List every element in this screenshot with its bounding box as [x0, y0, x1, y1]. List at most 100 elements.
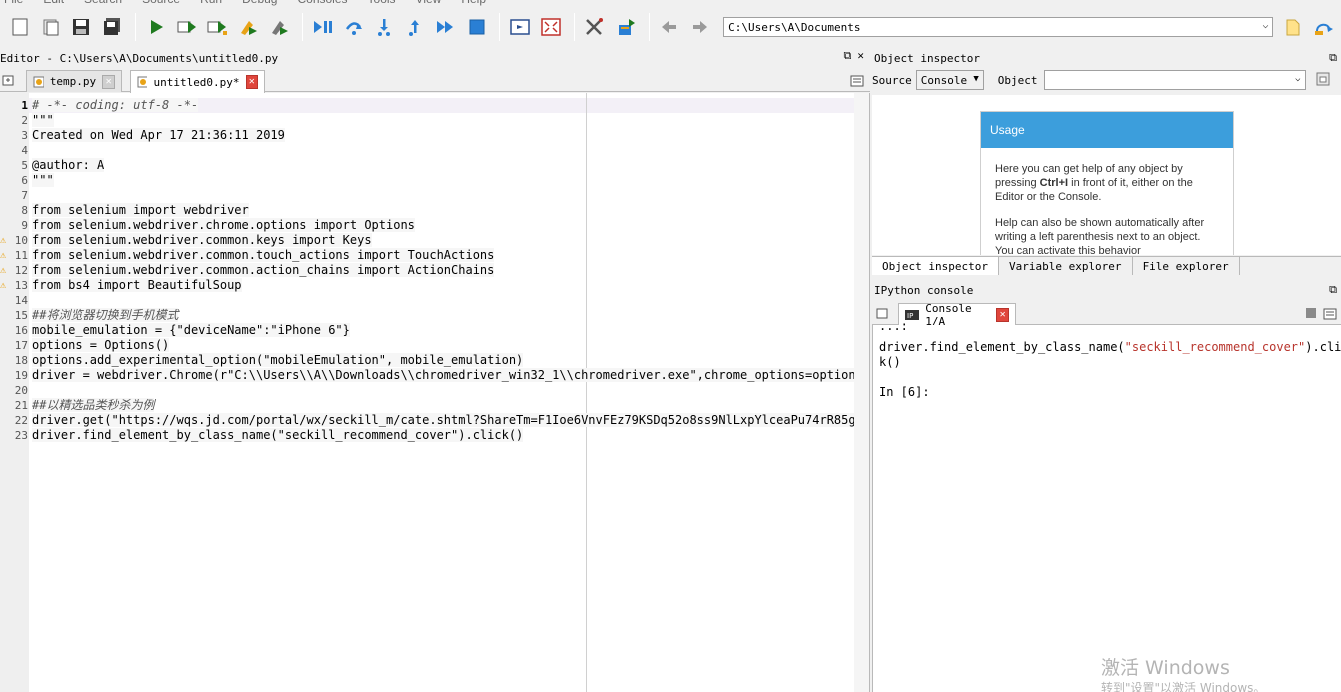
close-tab-icon[interactable]: ✕ [996, 308, 1009, 322]
pythonpath-manager-button[interactable] [612, 13, 640, 41]
code-line[interactable]: 21 ##以精选品类秒杀为例 [15, 398, 854, 413]
menu-item-tools[interactable]: Tools [368, 0, 396, 8]
code-text: mobile_emulation = {"deviceName":"iPhone… [32, 323, 350, 337]
tab-object-inspector[interactable]: Object inspector [872, 257, 999, 275]
line-number: 18 [14, 354, 28, 367]
object-inspector-title-text: Object inspector [874, 51, 980, 65]
code-line[interactable]: 16 mobile_emulation = {"deviceName":"iPho… [15, 323, 854, 338]
code-line[interactable]: 9 from selenium.webdriver.chrome.options … [21, 218, 854, 233]
forward-arrow-icon[interactable] [686, 13, 714, 41]
code-line[interactable]: 3 Created on Wed Apr 17 21:36:11 2019 [21, 128, 854, 143]
fullscreen-button[interactable] [537, 13, 565, 41]
undock-icon[interactable]: ⧉ [1329, 51, 1337, 65]
source-select[interactable]: Console ▼ [915, 70, 984, 90]
code-line[interactable]: 19 driver = webdriver.Chrome(r"C:\\Users\… [15, 368, 869, 383]
code-line[interactable]: 14 [15, 293, 854, 308]
tab-variable-explorer[interactable]: Variable explorer [999, 257, 1133, 275]
run-button[interactable] [142, 13, 170, 41]
debug-continue-button[interactable] [309, 13, 337, 41]
code-text: Created on Wed Apr 17 21:36:11 2019 [32, 128, 285, 142]
stop-debug-button[interactable] [463, 13, 491, 41]
step-into-button[interactable] [370, 13, 398, 41]
code-line[interactable]: 2 """ [21, 113, 854, 128]
code-line[interactable]: 5 @author: A [21, 158, 854, 173]
code-line[interactable]: ⚠ 10 from selenium.webdriver.common.keys i… [0, 233, 854, 248]
code-text: from selenium.webdriver.common.touch_act… [32, 248, 495, 262]
menu-item-view[interactable]: View [416, 0, 442, 8]
code-line[interactable]: 15 ##将浏览器切换到手机模式 [15, 308, 854, 323]
chevron-down-icon: ▼ [973, 74, 979, 84]
debug-button[interactable] [265, 13, 293, 41]
back-arrow-icon[interactable] [656, 13, 684, 41]
python-file-icon [33, 76, 44, 87]
object-combobox[interactable]: ⌵ [1043, 70, 1306, 90]
options-menu-icon[interactable] [1323, 307, 1337, 324]
console-line: driver.find_element_by_class_name( [879, 340, 1125, 354]
step-return-button[interactable] [401, 13, 429, 41]
menu-item-file[interactable]: File [4, 0, 23, 8]
code-line[interactable]: 18 options.add_experimental_option("mobil… [15, 353, 854, 368]
toolbar-separator [648, 13, 650, 41]
open-file-button[interactable] [37, 13, 65, 41]
code-line[interactable]: ⚠ 13 from bs4 import BeautifulSoup [0, 278, 854, 293]
working-directory-combobox[interactable]: C:\Users\A\Documents ⌵ [723, 17, 1274, 37]
code-line[interactable]: 8 from selenium import webdriver [21, 203, 854, 218]
tab-untitled0-py[interactable]: untitled0.py* ✕ [130, 70, 265, 93]
close-icon[interactable]: ✕ [857, 49, 864, 63]
maximize-pane-button[interactable] [506, 13, 534, 41]
save-all-button[interactable] [98, 13, 126, 41]
set-console-directory-button[interactable] [1310, 13, 1338, 41]
tab-console-1a[interactable]: IP Console 1/A ✕ [898, 302, 1016, 328]
save-file-button[interactable] [68, 13, 96, 41]
code-line[interactable]: 17 options = Options() [15, 338, 854, 353]
preferences-button[interactable] [581, 13, 609, 41]
step-over-button[interactable] [340, 13, 368, 41]
tab-temp-py[interactable]: temp.py ✕ [26, 70, 122, 92]
ipython-title-text: IPython console [874, 283, 974, 297]
object-label: Object [997, 73, 1038, 87]
line-number: 8 [21, 204, 28, 217]
code-line[interactable]: 4 [21, 143, 854, 158]
code-text: ##以精选品类秒杀为例 [32, 398, 155, 412]
browse-tabs-icon[interactable] [2, 74, 16, 91]
close-tab-icon[interactable]: ✕ [245, 75, 258, 89]
stop-icon[interactable] [1305, 307, 1317, 322]
run-cell-button[interactable] [173, 13, 201, 41]
menu-item-consoles[interactable]: Consoles [297, 0, 347, 8]
editor-scrollbar[interactable] [854, 93, 869, 692]
menu-item-help[interactable]: Help [461, 0, 486, 8]
line-number: 5 [21, 159, 28, 172]
code-line[interactable]: ⚠ 11 from selenium.webdriver.common.touch_… [0, 248, 854, 263]
options-menu-icon[interactable] [850, 74, 864, 91]
line-number: 13 [14, 279, 28, 292]
code-line[interactable]: 6 """ [21, 173, 854, 188]
undock-icon[interactable]: ⧉ [1329, 283, 1337, 297]
code-text: # -*- coding: utf-8 -*- [32, 98, 199, 112]
right-panel: Object inspector ⧉ Source Console ▼ Obje… [872, 49, 1341, 692]
menu-item-source[interactable]: Source [142, 0, 180, 8]
code-line[interactable]: 22 driver.get("https://wqs.jd.com/portal/… [15, 413, 869, 428]
menu-item-run[interactable]: Run [200, 0, 222, 8]
continue-button[interactable] [432, 13, 460, 41]
code-lines[interactable]: 1 # -*- coding: utf-8 -*- 2 """ 3 Created on … [0, 98, 869, 443]
tab-file-explorer[interactable]: File explorer [1133, 257, 1240, 275]
code-line[interactable]: ⚠ 12 from selenium.webdriver.common.action… [0, 263, 854, 278]
code-line[interactable]: 7 [21, 188, 854, 203]
menu-item-debug[interactable]: Debug [242, 0, 277, 8]
new-file-button[interactable] [6, 13, 34, 41]
browse-folder-button[interactable] [1279, 13, 1307, 41]
code-line[interactable]: 20 [15, 383, 854, 398]
code-line[interactable]: 23 driver.find_element_by_class_name("sec… [15, 428, 854, 443]
run-selection-button[interactable] [234, 13, 262, 41]
run-cell-advance-button[interactable] [204, 13, 232, 41]
close-tab-icon[interactable]: ✕ [102, 74, 115, 89]
menu-item-search[interactable]: Search [84, 0, 122, 8]
undock-icon[interactable]: ⧉ [844, 49, 852, 63]
lock-icon[interactable] [1316, 72, 1330, 89]
chevron-down-icon[interactable]: ⌵ [1262, 20, 1268, 31]
code-line[interactable]: 1 # -*- coding: utf-8 -*- [21, 98, 854, 113]
ipython-console-output[interactable]: ...: driver.find_element_by_class_name("… [872, 319, 1341, 692]
menu-item-edit[interactable]: Edit [43, 0, 64, 8]
code-editor[interactable]: 1 # -*- coding: utf-8 -*- 2 """ 3 Created on … [0, 93, 870, 692]
chevron-down-icon: ⌵ [1295, 74, 1301, 84]
